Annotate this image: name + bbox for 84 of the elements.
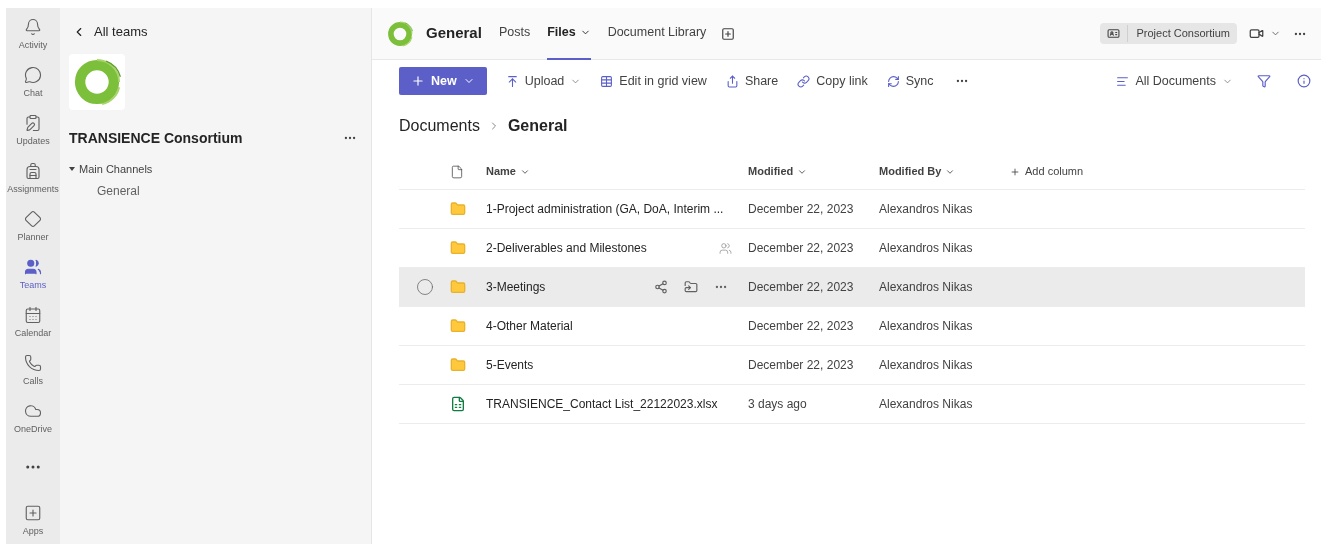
rail-item[interactable]: Teams [6,258,60,306]
toolbar-button[interactable]: Upload [505,71,582,91]
tab[interactable]: Posts [498,7,531,60]
toolbar-button[interactable]: Copy link [797,71,868,91]
people-icon [24,258,42,276]
select-radio[interactable] [415,278,434,296]
table-cell-text: Alexandros Nikas [879,279,974,296]
view-selector[interactable]: All Documents [1116,71,1233,91]
plus-icon [1010,166,1020,177]
tab[interactable]: Document Library [607,7,707,60]
rail-item[interactable]: Chat [6,66,60,114]
table-row[interactable]: 5-Events December 22, 2023 Alexandros Nikas [399,346,1305,385]
toolbar-button[interactable]: Share [725,71,779,91]
clipboard-icon [24,114,42,132]
table-row[interactable]: 3-Meetings December 22, 2023 Alexandros Nikas [399,268,1305,307]
rail-item[interactable]: Calendar [6,306,60,354]
table-cell-text: December 22, 2023 [748,357,855,374]
rail-item[interactable]: Updates [6,114,60,162]
calendar-icon [24,306,42,324]
rail-item[interactable]: OneDrive [6,402,60,450]
caret-icon [69,165,75,172]
backpack-icon [24,162,42,180]
file-name[interactable]: 3-Meetings [486,278,546,296]
cloud-icon [24,402,42,420]
section-header[interactable]: Main Channels [69,160,153,177]
channel-badge[interactable]: Project Consortium [1100,23,1237,44]
grid-icon [600,74,614,88]
rail-item[interactable]: Apps [22,503,44,538]
breadcrumb-item[interactable]: Documents [399,114,480,138]
column-header[interactable]: Modified By [879,163,1010,180]
video-icon[interactable] [1249,26,1264,41]
table-cell-text: December 22, 2023 [748,240,855,257]
rail-item[interactable]: Assignments [6,162,60,210]
sync-icon [886,74,900,88]
logo-icon [386,19,414,48]
table-cell-text: Alexandros Nikas [879,240,974,257]
share-icon[interactable] [654,280,668,294]
table-row[interactable]: 1-Project administration (GA, DoA, Interim ... December 22, 2023 Alexandros Nikas [399,190,1305,229]
new-button[interactable]: New [399,67,487,95]
table-cell-text: December 22, 2023 [748,318,855,335]
list-icon [1116,74,1130,88]
tab[interactable]: Files [547,7,591,60]
channel-item[interactable]: General [69,182,140,200]
table-cell-text: 3 days ago [748,396,808,413]
link-icon [797,74,811,88]
toolbar-button[interactable]: Edit in grid view [600,71,707,91]
breadcrumb-item: General [507,116,568,136]
table-row[interactable]: TRANSIENCE_Contact List_22122023.xlsx 3 days ago Alexandros Nikas [399,385,1305,424]
add-tab-icon[interactable] [721,26,736,41]
rail-item[interactable]: Activity [6,18,60,66]
column-header[interactable]: Name [486,163,748,180]
file-name[interactable]: 4-Other Material [486,317,573,335]
table-cell-text: December 22, 2023 [748,279,855,296]
chat-icon [24,66,42,84]
filter-icon[interactable] [1257,74,1271,88]
add-icon [24,503,42,522]
phone-icon [24,354,42,372]
table-cell-text: Alexandros Nikas [879,357,974,374]
file-name[interactable]: TRANSIENCE_Contact List_22122023.xlsx [486,395,718,413]
share-icon [725,74,739,88]
rail-item[interactable]: Calls [6,354,60,402]
diamond-icon [24,210,42,228]
column-header[interactable]: Modified [748,163,879,180]
file-name[interactable]: 2-Deliverables and Milestones [486,239,647,257]
team-name: TRANSIENCE Consortium [69,128,243,148]
add-column-button[interactable]: Add column [1010,163,1084,180]
back-link[interactable]: All teams [72,22,148,42]
table-cell-text: December 22, 2023 [748,201,855,218]
toolbar-button[interactable]: Sync [886,71,934,91]
upload-icon [505,74,519,88]
bell-icon [24,18,42,36]
info-icon[interactable] [1297,74,1311,88]
table-row[interactable]: 4-Other Material December 22, 2023 Alexandros Nikas [399,307,1305,346]
table-cell-text: Alexandros Nikas [879,201,974,218]
folder-link-icon[interactable] [684,280,698,294]
file-name[interactable]: 1-Project administration (GA, DoA, Interim ... [486,200,724,218]
plus-icon [411,74,425,88]
channel-title: General [426,23,482,44]
file-type-icon [450,164,464,179]
rail-item[interactable]: Planner [6,210,60,258]
file-name[interactable]: 5-Events [486,356,534,374]
badge-icon [1107,27,1121,40]
table-cell-text: Alexandros Nikas [879,318,974,335]
table-cell-text: Alexandros Nikas [879,396,974,413]
